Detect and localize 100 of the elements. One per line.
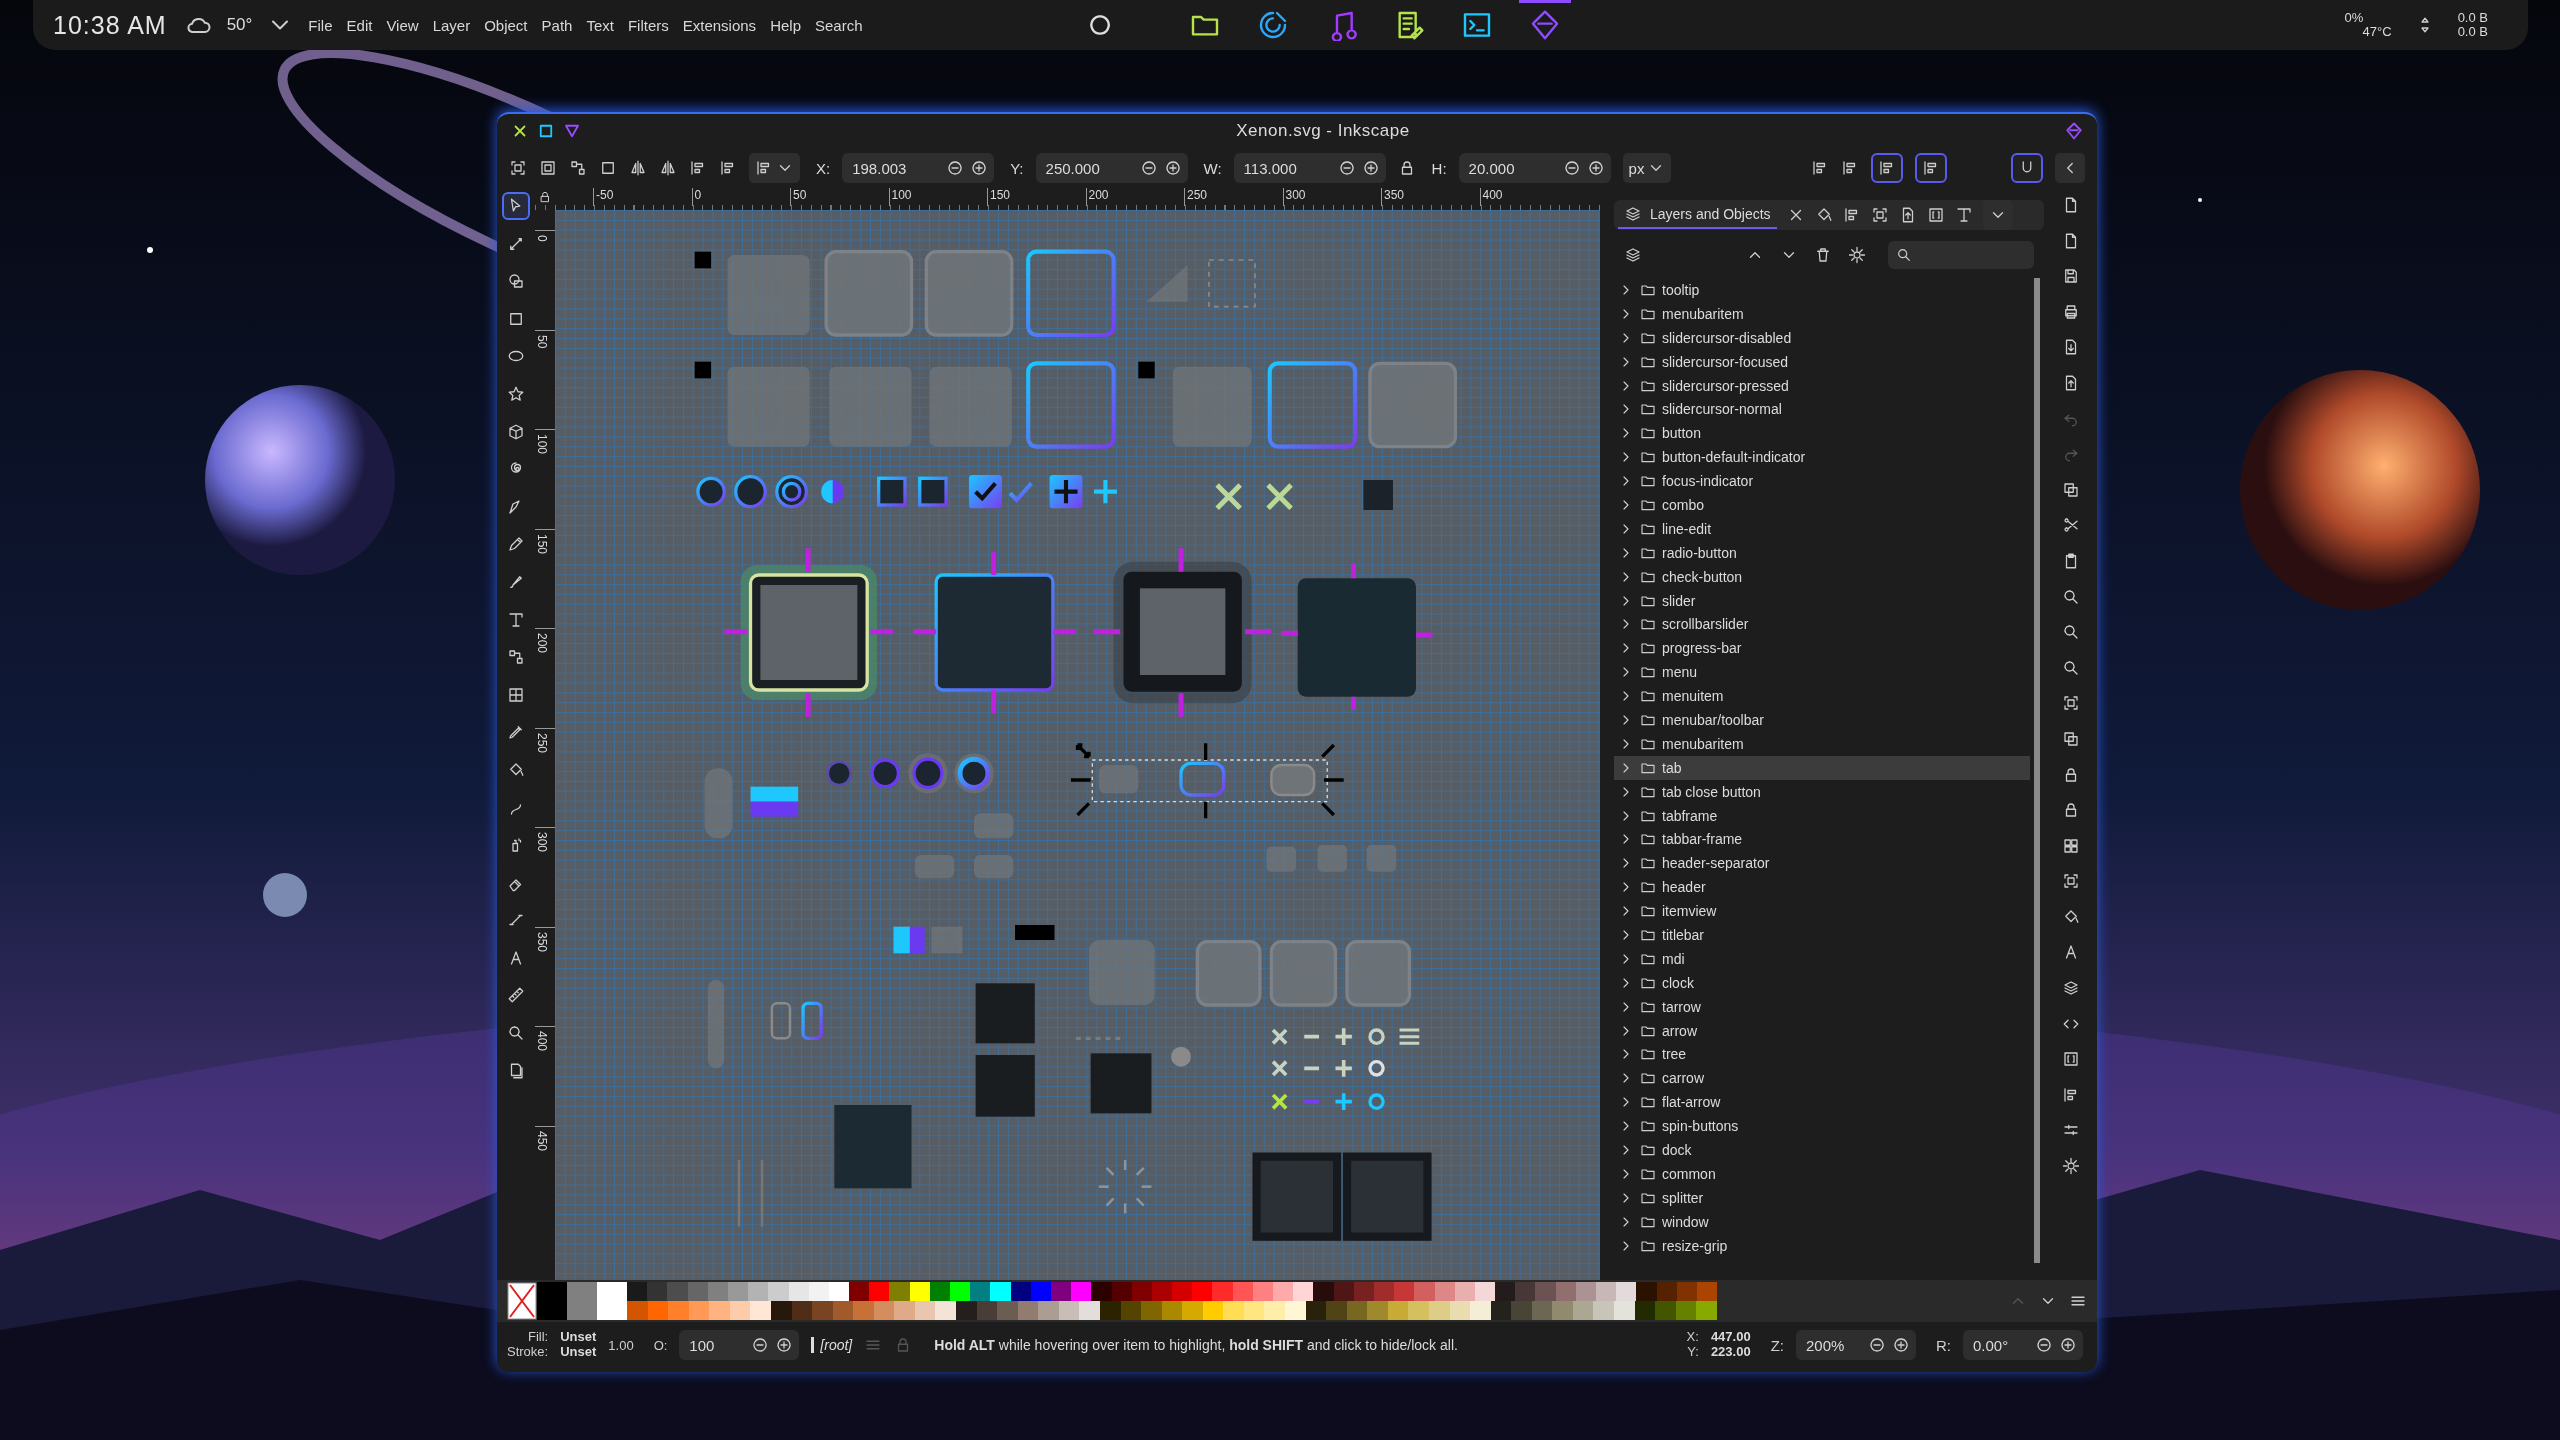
group-row[interactable]: slidercursor-disabled — [1614, 325, 2030, 350]
ruler-label: 250 — [1184, 188, 1283, 206]
group-row[interactable]: spin-buttons — [1614, 1114, 2030, 1139]
group-row[interactable]: slidercursor-focused — [1614, 349, 2030, 374]
layer-name: tab — [1662, 759, 1682, 776]
clock[interactable]: 10:38 AM — [53, 10, 167, 40]
group-row[interactable]: mdi — [1614, 946, 2030, 971]
top-bar-link[interactable]: Object — [484, 16, 528, 34]
window-title: Xenon.svg - Inkscape — [1235, 121, 1411, 141]
group-row[interactable]: itemview — [1614, 899, 2030, 924]
group-row[interactable]: tabframe — [1614, 803, 2030, 828]
top-bar-link[interactable]: View — [386, 16, 419, 34]
unit-dropdown[interactable]: px — [1622, 153, 1672, 183]
group-row[interactable]: arrow — [1614, 1018, 2030, 1043]
group-row[interactable]: menubar/toolbar — [1614, 708, 2030, 732]
group-row[interactable]: radio-button — [1614, 540, 2030, 565]
group-row[interactable]: titlebar — [1614, 923, 2030, 947]
group-row[interactable]: window — [1614, 1209, 2030, 1234]
layer-name: slidercursor-normal — [1662, 401, 1782, 418]
group-row[interactable]: resize-grip — [1614, 1233, 2030, 1258]
layer-name: flat-arrow — [1662, 1094, 1721, 1111]
layer-name: menubar/toolbar — [1662, 711, 1764, 728]
group-row[interactable]: menubaritem — [1614, 731, 2030, 756]
top-bar-link[interactable]: File — [308, 16, 333, 34]
layer-name: radio-button — [1662, 544, 1737, 561]
group-row[interactable]: splitter — [1614, 1185, 2030, 1210]
stroke-value[interactable]: Unset — [560, 1345, 597, 1360]
number-field[interactable]: 113.000 — [1233, 153, 1386, 183]
top-bar-link[interactable]: Text — [586, 16, 614, 34]
field-value: 113.000 — [1243, 159, 1298, 177]
layer-name: button — [1662, 425, 1701, 442]
layer-name: scrollbarslider — [1662, 616, 1749, 633]
group-row[interactable]: tabbar-frame — [1614, 827, 2030, 852]
group-row[interactable]: slider — [1614, 588, 2030, 613]
group-row[interactable]: focus-indicator — [1614, 469, 2030, 493]
top-bar-link[interactable]: Search — [815, 16, 863, 34]
opacity-label: O: — [653, 1337, 668, 1353]
layer-name: common — [1662, 1165, 1716, 1182]
layer-name: menubaritem — [1662, 735, 1744, 752]
layer-name: slidercursor-pressed — [1662, 377, 1789, 394]
number-field[interactable]: 198.003 — [842, 153, 995, 183]
download-rate: 0.0 B — [2457, 25, 2488, 39]
layer-name: mdi — [1662, 950, 1685, 967]
group-row[interactable]: dock — [1614, 1138, 2030, 1162]
layer-name: slidercursor-disabled — [1662, 329, 1792, 346]
layer-name: tooltip — [1662, 281, 1700, 298]
number-field[interactable]: 20.000 — [1458, 153, 1611, 183]
group-row[interactable]: button-default-indicator — [1614, 445, 2030, 470]
group-row[interactable]: progress-bar — [1614, 636, 2030, 661]
rotation-field[interactable]: 0.00° — [1963, 1330, 2083, 1360]
group-row[interactable]: tab close button — [1614, 779, 2030, 804]
ruler-label: 250 — [535, 732, 549, 753]
group-row[interactable]: check-button — [1614, 564, 2030, 589]
rotation-label: R: — [1936, 1336, 1951, 1354]
field-label: Y: — [1010, 159, 1024, 177]
number-field[interactable]: 250.000 — [1035, 153, 1188, 183]
group-row[interactable]: line-edit — [1614, 516, 2030, 541]
zoom-label: Z: — [1770, 1336, 1784, 1354]
layer-indicator[interactable]: [root] — [811, 1337, 853, 1353]
field-label: X: — [816, 159, 831, 177]
group-row[interactable]: combo — [1614, 493, 2030, 517]
opacity-field[interactable]: 100 — [679, 1330, 800, 1360]
top-bar-link[interactable]: Extensions — [682, 16, 757, 34]
group-row[interactable]: clock — [1614, 970, 2030, 995]
group-row[interactable]: tab — [1614, 755, 2030, 780]
ruler-label: 100 — [888, 188, 987, 206]
group-row[interactable]: menuitem — [1614, 684, 2030, 709]
ruler-label: 50 — [535, 334, 549, 348]
fill-value[interactable]: Unset — [560, 1330, 597, 1345]
top-bar-link[interactable]: Help — [770, 16, 801, 34]
group-row[interactable]: header — [1614, 875, 2030, 900]
zoom-field[interactable]: 200% — [1796, 1330, 1916, 1360]
top-bar-link[interactable]: Layer — [432, 16, 471, 34]
top-bar-link[interactable]: Path — [541, 16, 573, 34]
group-row[interactable]: tarrow — [1614, 994, 2030, 1019]
cursor-y-label: Y: — [1686, 1345, 1699, 1360]
group-row[interactable]: slidercursor-normal — [1614, 397, 2030, 422]
ruler-label: 0 — [691, 188, 790, 206]
group-row[interactable]: tree — [1614, 1042, 2030, 1067]
group-row[interactable]: flat-arrow — [1614, 1090, 2030, 1115]
top-bar-link[interactable]: Edit — [346, 16, 373, 34]
layer-name: focus-indicator — [1662, 473, 1754, 490]
group-row[interactable]: button — [1614, 421, 2030, 446]
ruler-label: 300 — [535, 832, 549, 853]
layer-name: tarrow — [1662, 998, 1701, 1015]
group-row[interactable]: tooltip — [1614, 278, 2030, 302]
group-row[interactable]: menu — [1614, 660, 2030, 685]
stroke-width[interactable]: 1.00 — [608, 1337, 634, 1353]
layer-name: menubaritem — [1662, 305, 1744, 322]
layer-name: slider — [1662, 592, 1696, 609]
weather-temperature[interactable]: 50° — [226, 15, 253, 35]
group-row[interactable]: header-separator — [1614, 851, 2030, 876]
group-row[interactable]: scrollbarslider — [1614, 612, 2030, 637]
group-row[interactable]: carrow — [1614, 1066, 2030, 1091]
group-row[interactable]: slidercursor-pressed — [1614, 373, 2030, 398]
layer-name: dock — [1662, 1142, 1692, 1158]
group-row[interactable]: menubaritem — [1614, 301, 2030, 326]
top-bar-link[interactable]: Filters — [627, 16, 669, 34]
layer-name: window — [1662, 1213, 1709, 1230]
group-row[interactable]: common — [1614, 1161, 2030, 1186]
